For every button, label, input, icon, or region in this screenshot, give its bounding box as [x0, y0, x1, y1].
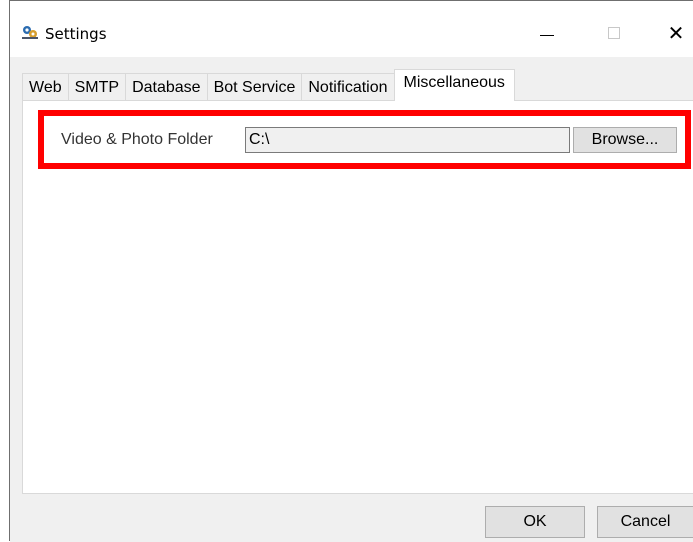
miscellaneous-tab-page: Video & Photo Folder C:\ Browse...	[22, 100, 693, 494]
tab-strip: Web SMTP Database Bot Service Notificati…	[22, 69, 515, 101]
window-title: Settings	[45, 25, 107, 43]
maximize-icon	[608, 27, 620, 39]
tab-miscellaneous[interactable]: Miscellaneous	[393, 69, 515, 101]
close-icon: ✕	[667, 21, 685, 45]
cancel-button[interactable]: Cancel	[597, 506, 693, 538]
client-area: Web SMTP Database Bot Service Notificati…	[10, 57, 693, 542]
minimize-icon	[540, 34, 554, 36]
maximize-button[interactable]	[591, 13, 637, 53]
close-button[interactable]: ✕	[653, 13, 693, 53]
folder-label: Video & Photo Folder	[61, 131, 213, 148]
folder-path-input[interactable]: C:\	[245, 127, 570, 153]
browse-button[interactable]: Browse...	[573, 127, 677, 153]
settings-window: Settings ✕ Web SMTP Database Bot Service…	[9, 0, 693, 542]
tab-web[interactable]: Web	[22, 73, 69, 101]
tab-notification[interactable]: Notification	[301, 73, 395, 101]
title-bar[interactable]: Settings ✕	[10, 1, 693, 57]
highlight-box: Video & Photo Folder C:\ Browse...	[38, 110, 691, 169]
app-gear-icon	[22, 26, 38, 39]
ok-button[interactable]: OK	[485, 506, 585, 538]
minimize-button[interactable]	[524, 13, 570, 53]
tab-smtp[interactable]: SMTP	[67, 73, 127, 101]
tab-bot-service[interactable]: Bot Service	[206, 73, 303, 101]
tab-database[interactable]: Database	[125, 73, 208, 101]
